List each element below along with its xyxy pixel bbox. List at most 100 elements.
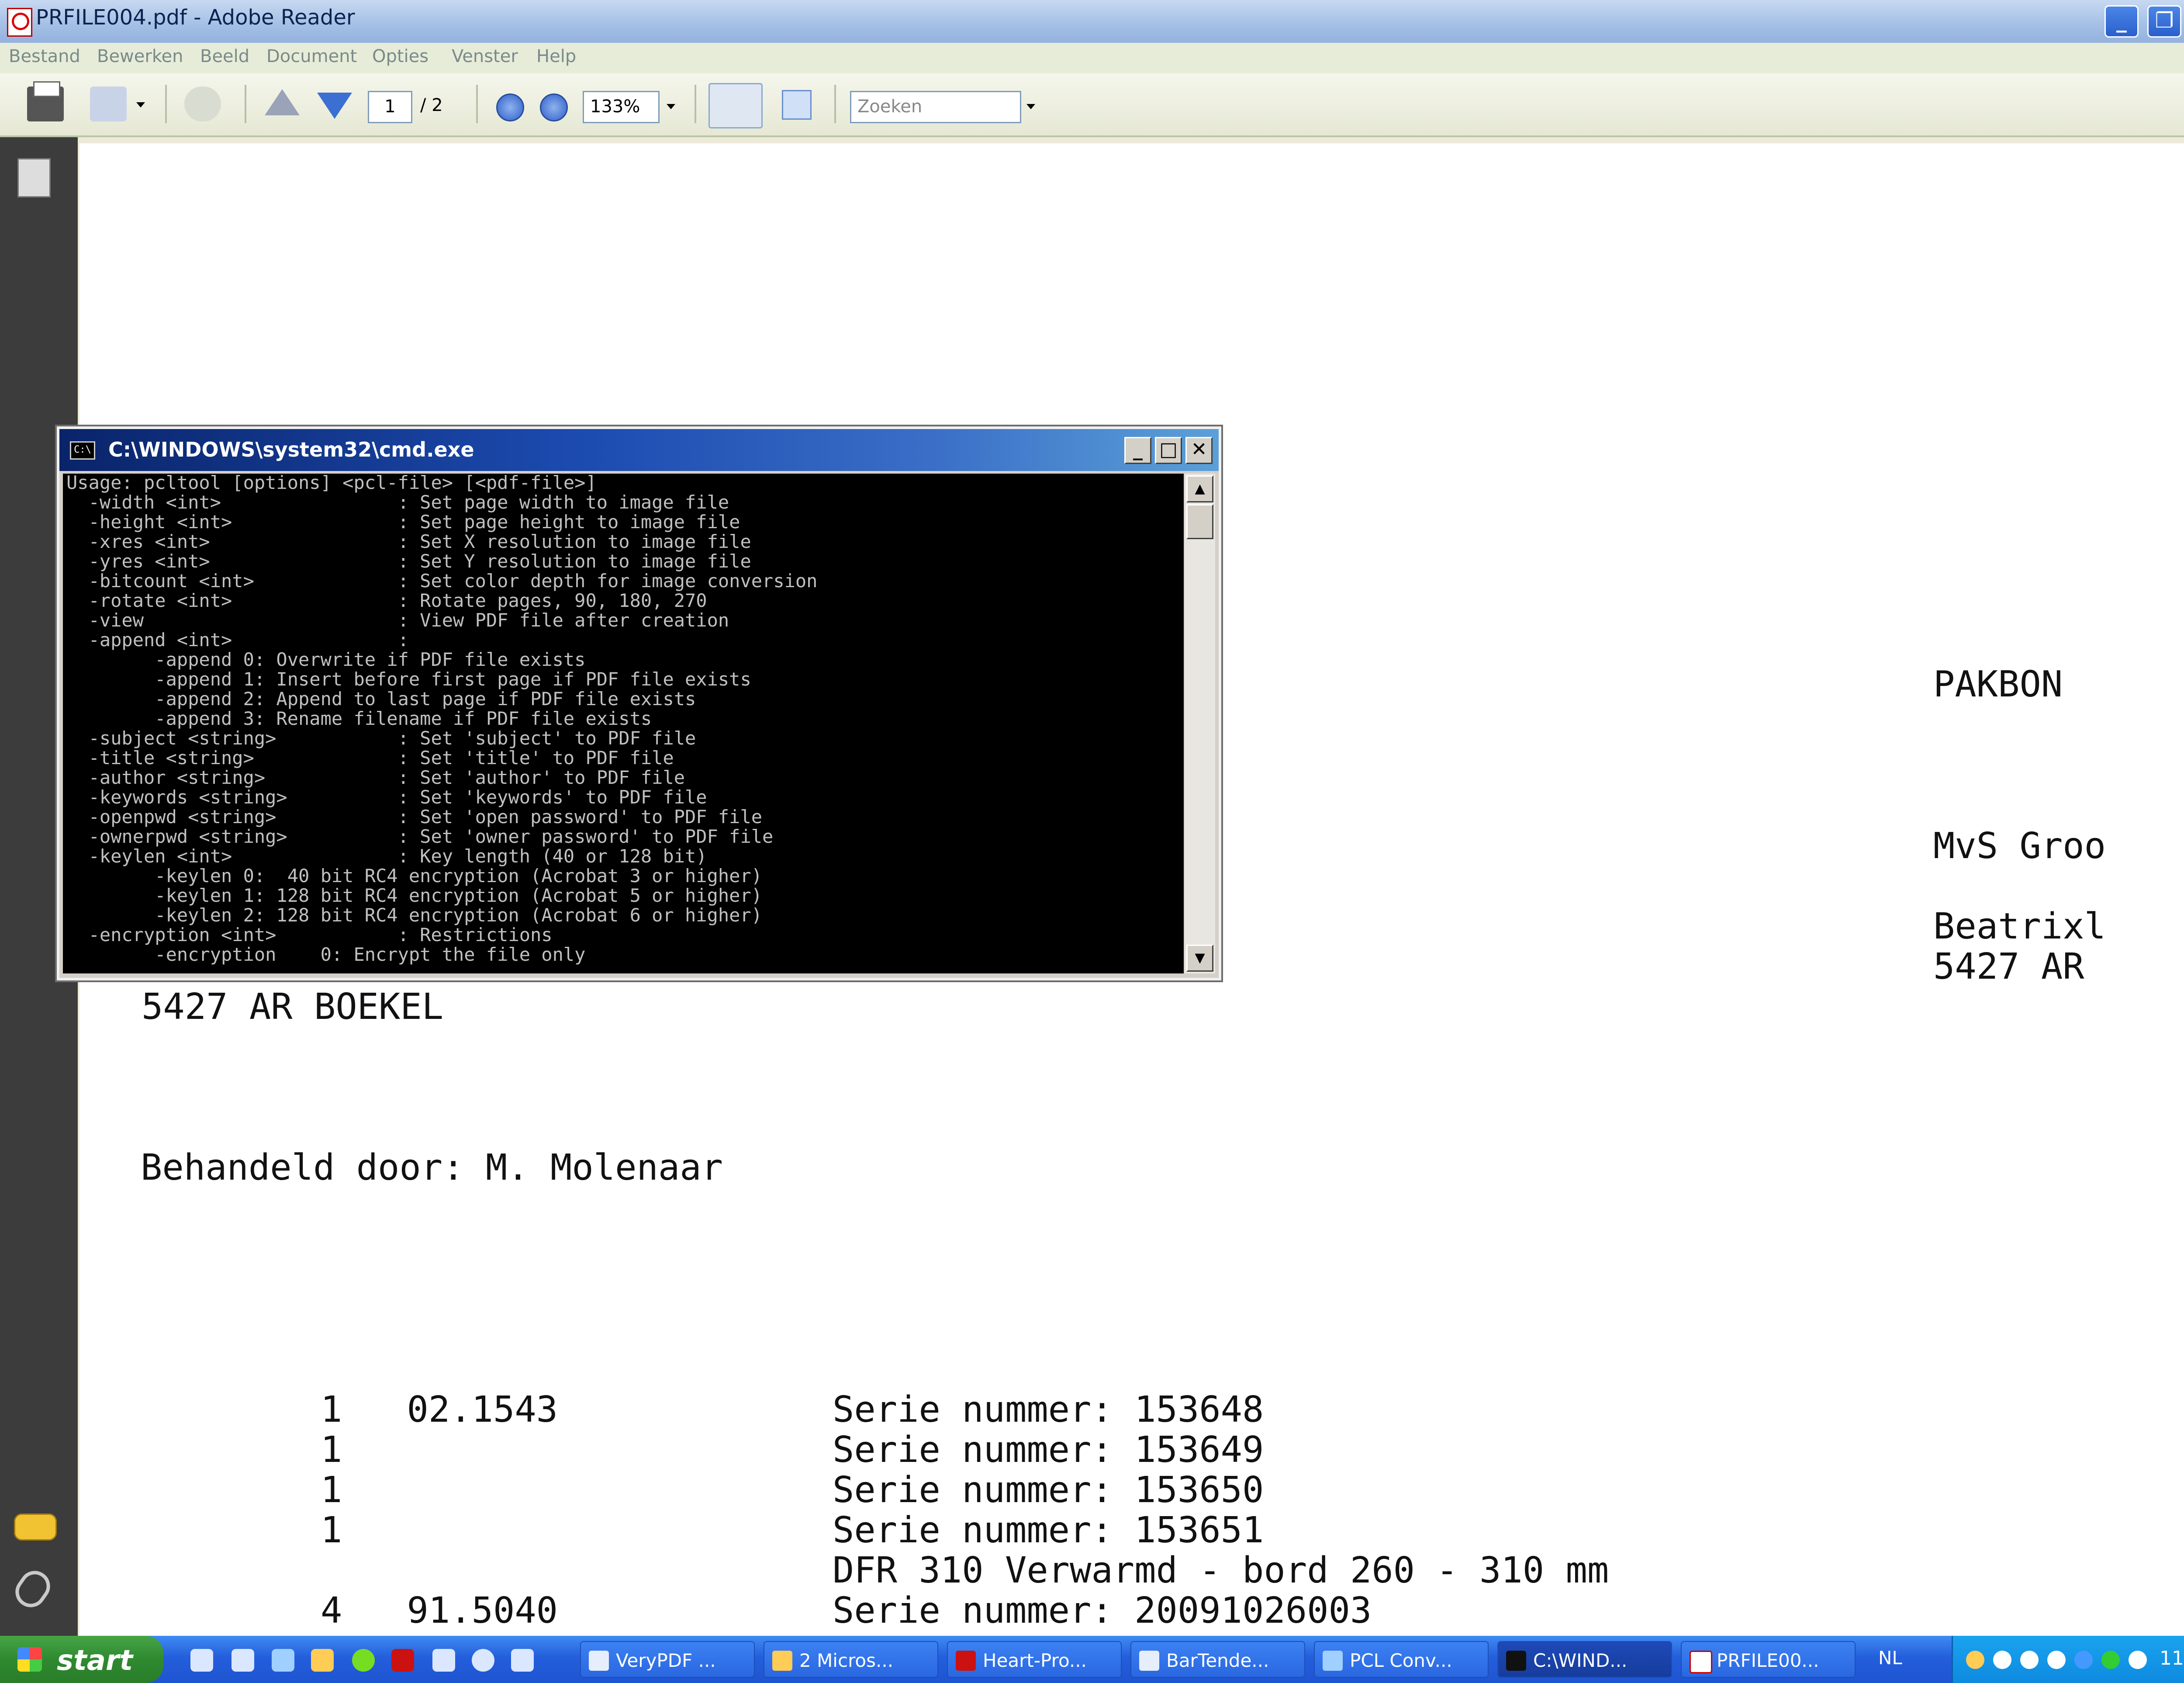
toolbar-separator	[476, 85, 478, 123]
outlook-tray-icon[interactable]	[1966, 1651, 1984, 1669]
fit-width-button[interactable]	[708, 83, 763, 128]
doc-line: PAKBON	[1933, 664, 2063, 705]
task-label: PRFILE00...	[1717, 1650, 1819, 1671]
adobe-reader-icon	[1690, 1651, 1712, 1673]
console-line: -subject <string> : Set 'subject' to PDF…	[66, 727, 696, 749]
console-line: -keylen 1: 128 bit RC4 encryption (Acrob…	[66, 885, 763, 906]
console-line: -keylen 2: 128 bit RC4 encryption (Acrob…	[66, 904, 763, 926]
internet-explorer-icon[interactable]	[272, 1649, 294, 1672]
next-page-icon[interactable]	[317, 93, 352, 119]
task-pcl-converter[interactable]: PCL Conv...	[1314, 1641, 1489, 1678]
task-label: PCL Conv...	[1350, 1650, 1452, 1671]
cmd-minimize-button[interactable]: _	[1124, 437, 1151, 464]
cmd-title: C:\WINDOWS\system32\cmd.exe	[108, 438, 474, 461]
chevron-down-icon[interactable]	[136, 102, 145, 107]
toolbar-separator	[695, 85, 696, 123]
menu-help[interactable]: Help	[536, 46, 576, 66]
console-line: -append 0: Overwrite if PDF file exists	[66, 649, 586, 670]
tray-icon[interactable]	[2020, 1651, 2039, 1669]
console-line: -ownerpwd <string> : Set 'owner password…	[66, 826, 774, 847]
task-heart-pro[interactable]: Heart-Pro...	[947, 1641, 1122, 1678]
zoom-level-field[interactable]: 133%	[583, 91, 660, 123]
console-line: -rotate <int> : Rotate pages, 90, 180, 2…	[66, 590, 707, 611]
zoom-dropdown-icon[interactable]	[667, 104, 675, 109]
windows-logo-icon	[17, 1647, 42, 1672]
hand-tool-icon[interactable]	[184, 87, 221, 121]
print-icon[interactable]	[27, 81, 64, 121]
attachments-icon[interactable]	[9, 1565, 56, 1614]
doc-line: 5427 AR	[1933, 946, 2084, 987]
console-line: -width <int> : Set page width to image f…	[66, 492, 729, 513]
tray-icon[interactable]	[2047, 1651, 2066, 1669]
task-cmd[interactable]: C:\WIND...	[1497, 1641, 1672, 1678]
task-bartender[interactable]: BarTende...	[1130, 1641, 1305, 1678]
doc-line: MvS Groo	[1933, 825, 2106, 867]
comments-icon[interactable]	[14, 1513, 57, 1541]
quicklaunch-icon[interactable]	[511, 1649, 534, 1672]
menu-venster[interactable]: Venster	[452, 46, 518, 66]
console-line: -append 1: Insert before first page if P…	[66, 668, 751, 690]
doc-line: Serie nummer: 153651	[833, 1510, 1264, 1551]
tray-icon[interactable]	[2129, 1651, 2147, 1669]
task-prfile[interactable]: PRFILE00...	[1681, 1641, 1856, 1678]
quicklaunch-icon[interactable]	[472, 1649, 494, 1672]
menu-beeld[interactable]: Beeld	[200, 46, 249, 66]
console-line: -author <string> : Set 'author' to PDF f…	[66, 767, 685, 788]
toolbar-separator	[165, 85, 167, 123]
toolbar: 1 / 2 133% Zoeken	[0, 73, 2184, 137]
doc-line: Serie nummer: 153649	[833, 1429, 1264, 1471]
zoom-out-icon[interactable]	[496, 94, 524, 121]
task-microsoft-group[interactable]: 2 Micros...	[764, 1641, 938, 1678]
search-dropdown-icon[interactable]	[1026, 104, 1035, 109]
menu-opties[interactable]: Opties	[372, 46, 429, 66]
doc-line: 1	[321, 1429, 342, 1471]
pages-icon[interactable]	[17, 158, 51, 197]
task-verypdf[interactable]: VeryPDF ...	[580, 1641, 755, 1678]
doc-line: Beatrixl	[1933, 906, 2106, 947]
menu-bestand[interactable]: Bestand	[9, 46, 80, 66]
outlook-icon[interactable]	[311, 1649, 334, 1672]
quicklaunch-icon[interactable]	[352, 1649, 375, 1672]
cmd-title-bar[interactable]: C:\ C:\WINDOWS\system32\cmd.exe _ □ ✕	[59, 429, 1219, 471]
menu-document[interactable]: Document	[266, 46, 357, 66]
cmd-scroll-thumb[interactable]	[1186, 504, 1213, 539]
start-label: start	[57, 1645, 133, 1677]
console-line: -encryption 0: Encrypt the file only	[66, 944, 586, 965]
fit-page-icon[interactable]	[782, 90, 812, 120]
task-label: BarTende...	[1166, 1650, 1269, 1671]
show-desktop-icon[interactable]	[190, 1649, 213, 1672]
doc-line: Serie nummer: 20091026003	[833, 1590, 1372, 1631]
console-line: -keylen <int> : Key length (40 or 128 bi…	[66, 845, 707, 867]
console-line: -yres <int> : Set Y resolution to image …	[66, 551, 751, 572]
email-icon[interactable]	[90, 87, 127, 121]
console-line: -xres <int> : Set X resolution to image …	[66, 531, 751, 552]
cmd-console[interactable]: Usage: pcltool [options] <pcl-file> [<pd…	[63, 474, 1184, 973]
zoom-in-icon[interactable]	[540, 94, 568, 121]
app-icon	[956, 1651, 976, 1671]
quicklaunch-icon[interactable]	[232, 1649, 254, 1672]
cmd-window[interactable]: C:\ C:\WINDOWS\system32\cmd.exe _ □ ✕ Us…	[57, 426, 1221, 980]
cmd-maximize-button[interactable]: □	[1155, 437, 1182, 464]
cmd-close-button[interactable]: ✕	[1185, 437, 1213, 464]
bartender-icon[interactable]	[432, 1649, 455, 1672]
quicklaunch-icon[interactable]	[391, 1649, 414, 1672]
cmd-scroll-down-button[interactable]: ▼	[1186, 945, 1213, 972]
doc-line: Behandeld door: M. Molenaar	[141, 1147, 723, 1188]
page-number-input[interactable]: 1	[368, 91, 412, 123]
minimize-button[interactable]: _	[2105, 5, 2139, 38]
language-indicator[interactable]: NL	[1878, 1647, 1902, 1669]
menu-bewerken[interactable]: Bewerken	[97, 46, 183, 66]
start-button[interactable]: start	[0, 1636, 163, 1683]
search-input[interactable]: Zoeken	[850, 91, 1021, 123]
bluetooth-icon[interactable]	[2074, 1651, 2093, 1669]
previous-page-icon[interactable]	[265, 89, 300, 115]
window-title: PRFILE004.pdf - Adobe Reader	[36, 5, 355, 30]
security-icon[interactable]	[2101, 1651, 2120, 1669]
maximize-button[interactable]: ❐	[2147, 5, 2181, 38]
tray-icon[interactable]	[1993, 1651, 2011, 1669]
cmd-scroll-up-button[interactable]: ▲	[1186, 475, 1213, 502]
task-label: Heart-Pro...	[983, 1650, 1087, 1671]
reader-title-bar[interactable]: PRFILE004.pdf - Adobe Reader _ ❐ ✕	[0, 0, 2184, 43]
doc-line: DFR 310 Verwarmd - bord 260 - 310 mm	[833, 1550, 1609, 1591]
cmd-scrollbar[interactable]: ▲ ▼	[1185, 474, 1215, 973]
